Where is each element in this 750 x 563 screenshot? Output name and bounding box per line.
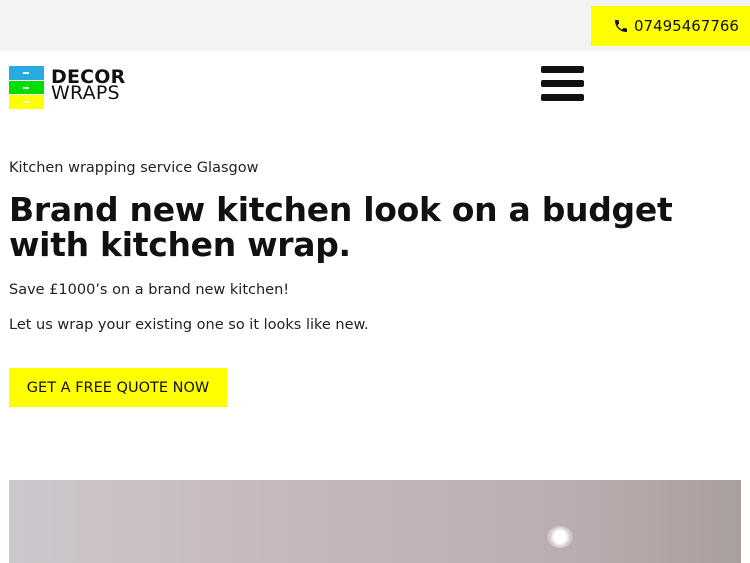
hero-paragraph-1: Save £1000’s on a brand new kitchen! (9, 282, 290, 298)
phone-button[interactable]: 07495467766 (591, 6, 750, 46)
hamburger-menu-icon[interactable] (541, 66, 584, 103)
logo-mark-icon (9, 66, 44, 110)
logo-line-2: WRAPS (51, 82, 120, 104)
phone-icon (615, 20, 627, 32)
phone-number: 07495467766 (634, 17, 739, 35)
logo-text: DECOR WRAPS (51, 66, 125, 104)
free-quote-button[interactable]: GET A FREE QUOTE NOW (9, 368, 227, 407)
hero-kicker: Kitchen wrapping service Glasgow (9, 160, 259, 176)
kitchen-hero-image (9, 480, 741, 563)
ceiling-light (547, 526, 573, 548)
hero-paragraph-2: Let us wrap your existing one so it look… (9, 317, 369, 333)
logo[interactable]: DECOR WRAPS (9, 66, 125, 110)
hero-headline: Brand new kitchen look on a budget with … (9, 190, 673, 264)
top-bar: 07495467766 (0, 0, 750, 51)
